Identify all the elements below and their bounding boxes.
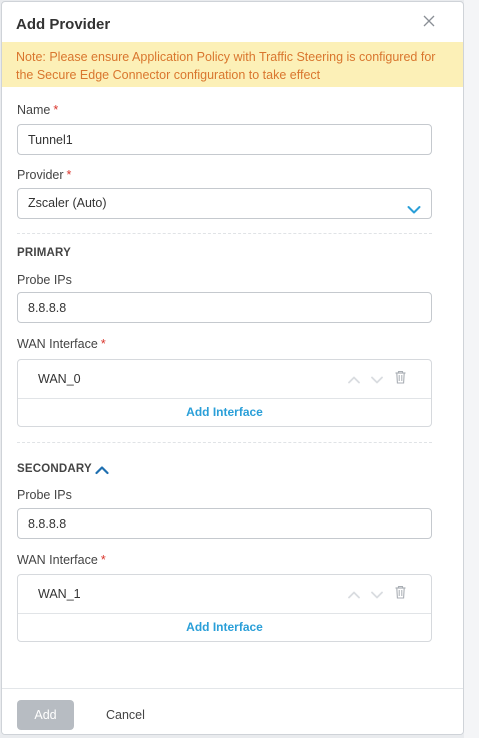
name-input[interactable] [17,124,432,155]
primary-probe-ips-label-text: Probe IPs [17,273,72,287]
secondary-probe-ips-label: Probe IPs [17,488,72,502]
interface-row: WAN_1 [18,575,431,614]
secondary-probe-ips-label-text: Probe IPs [17,488,72,502]
close-icon[interactable] [423,13,435,30]
move-up-icon[interactable] [348,372,360,390]
provider-label: Provider * [17,168,71,182]
required-mark: * [100,553,106,567]
traffic-steering-note: Note: Please ensure Application Policy w… [2,42,463,87]
primary-wan-interface-label: WAN Interface * [17,337,106,351]
move-down-icon[interactable] [371,587,383,605]
cancel-button[interactable]: Cancel [106,700,145,730]
name-label-text: Name [17,103,51,117]
trash-icon[interactable] [395,370,406,389]
interface-name: WAN_1 [38,587,81,601]
primary-section-title: PRIMARY [17,247,72,259]
move-down-icon-glyph [371,376,383,384]
dialog-header: Add Provider [2,2,463,42]
primary-wan-interface-label-text: WAN Interface [17,337,98,351]
primary-probe-ips-label: Probe IPs [17,273,72,287]
secondary-wan-interface-label: WAN Interface * [17,553,106,567]
add-provider-dialog: Add Provider Note: Please ensure Applica… [1,1,464,735]
chevron-up-icon-glyph [95,466,109,475]
secondary-wan-interface-list: WAN_1 Add Interface [17,574,432,642]
secondary-section-title: SECONDARY [17,463,92,475]
secondary-add-interface-button[interactable]: Add Interface [18,613,431,642]
provider-selected-value: Zscaler (Auto) [28,196,107,210]
section-divider [17,442,432,443]
trash-icon-glyph [395,585,406,599]
provider-select[interactable]: Zscaler (Auto) [17,188,432,219]
chevron-down-icon[interactable] [407,197,421,226]
close-icon-glyph [423,15,435,27]
move-up-icon[interactable] [348,587,360,605]
required-mark: * [53,103,59,117]
trash-icon-glyph [395,370,406,384]
primary-probe-ips-input[interactable] [17,292,432,323]
background-strip [464,0,479,738]
provider-label-text: Provider [17,168,64,182]
primary-wan-interface-list: WAN_0 Add Interface [17,359,432,427]
dialog-title: Add Provider [16,16,111,33]
trash-icon[interactable] [395,585,406,604]
secondary-probe-ips-input[interactable] [17,508,432,539]
chevron-down-icon-glyph [407,206,421,214]
primary-add-interface-button[interactable]: Add Interface [18,398,431,427]
interface-name: WAN_0 [38,372,81,386]
secondary-wan-interface-label-text: WAN Interface [17,553,98,567]
required-mark: * [100,337,106,351]
move-down-icon[interactable] [371,372,383,390]
section-divider [17,233,432,234]
chevron-up-icon[interactable] [95,462,109,480]
dialog-footer: Add Cancel [2,688,463,734]
interface-row: WAN_0 [18,360,431,399]
name-label: Name * [17,103,58,117]
required-mark: * [66,168,72,182]
move-up-icon-glyph [348,591,360,599]
move-down-icon-glyph [371,591,383,599]
add-button[interactable]: Add [17,700,74,730]
move-up-icon-glyph [348,376,360,384]
